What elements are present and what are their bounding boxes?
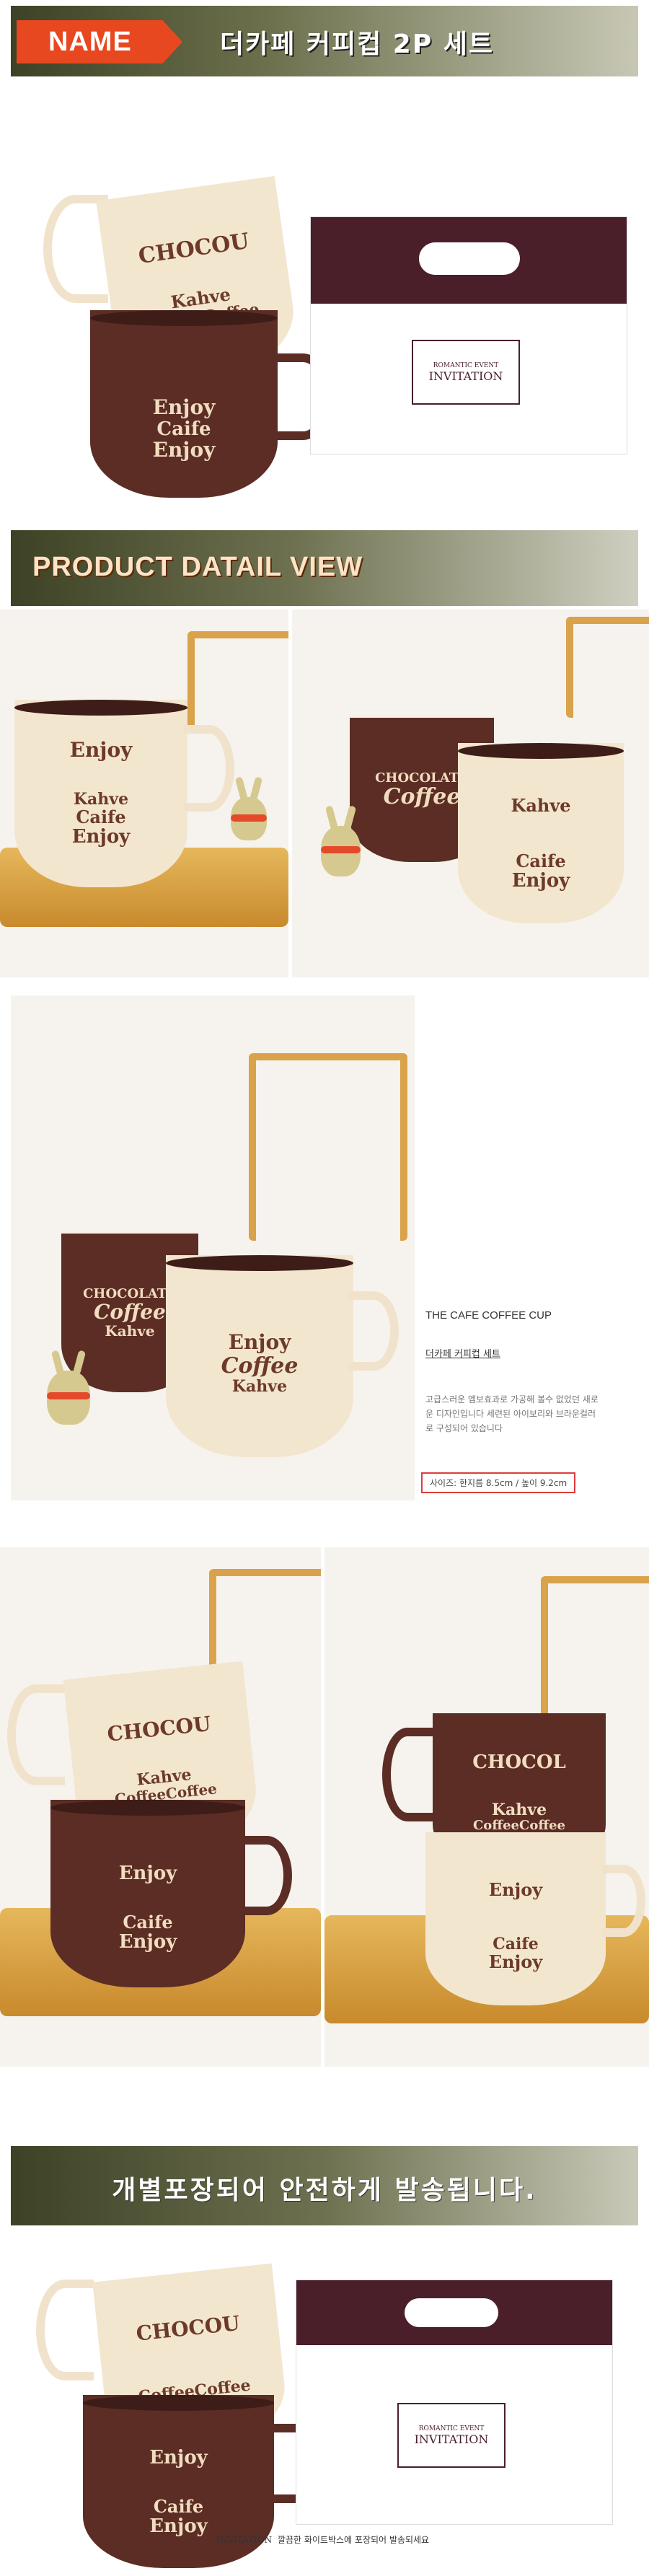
shipping-banner: 개별포장되어 안전하게 발송됩니다. (11, 2146, 638, 2225)
bunny-figurine (47, 1371, 90, 1425)
mug-text-enjoy: Enjoy (511, 870, 570, 892)
wooden-shelf (249, 1053, 407, 1241)
mug-text-caife: Caife (123, 1911, 173, 1933)
mug-rim (458, 743, 624, 759)
detail-photo-right: CHOCOLATE Coffee Kahve Caife Enjoy (292, 610, 649, 977)
mug-text-kahve: Kahve (73, 789, 129, 809)
detail-photo-stack-right: CHOCOL Kahve CoffeeCoffee Enjoy Caife En… (324, 1547, 649, 2067)
name-tag: NAME (17, 20, 182, 63)
hero-photo: CHOCOU Kahve CoffeeCoffee Enjoy Caife En… (0, 87, 649, 519)
mug-text-enjoy: Enjoy (488, 1878, 543, 1900)
mug-text-enjoy: Enjoy (228, 1330, 291, 1354)
mug-text-caife: Caife (516, 850, 566, 871)
gift-box-handle-hole (419, 242, 520, 275)
caption-text: 깔끔한 화이트박스에 포장되어 발송되세요 (277, 2535, 430, 2545)
cream-mug-detail: Enjoy Kahve Caife Enjoy (14, 700, 187, 887)
brown-mug-handle (382, 1728, 433, 1821)
gift-box-label: ROMANTIC EVENT INVITATION (412, 340, 520, 405)
mug-rim (166, 1255, 353, 1271)
mug-text-caife: Caife (156, 418, 211, 440)
bunny-scarf (321, 846, 361, 853)
product-detail-banner: PRODUCT DATAIL VIEW (11, 530, 638, 606)
spec-description: 고급스러운 엠보효과로 가공해 볼수 없었던 새로운 디자인입니다 세련된 아이… (425, 1394, 599, 1433)
mug-text-kahve: Kahve (511, 795, 571, 817)
mug-rim (83, 2395, 274, 2411)
cream-mug-stack-2: Enjoy Caife Enjoy (425, 1832, 606, 2005)
spec-size-box: 사이즈: 한지름 8.5cm / 높이 9.2cm (421, 1472, 576, 1493)
bunny-scarf (47, 1392, 90, 1399)
mug-text-enjoy: Enjoy (69, 738, 133, 762)
gift-box-label: ROMANTIC EVENT INVITATION (397, 2403, 505, 2468)
product-title: 더카페 커피컵 2P 세트 (220, 30, 494, 59)
bunny-scarf (231, 814, 267, 822)
detail-photo-large: CHOCOLATE Coffee Kahve Enjoy Coffee Kahv… (11, 995, 415, 1500)
box-label-line2: INVITATION (414, 2432, 489, 2446)
brown-mug: Enjoy Caife Enjoy (90, 310, 278, 498)
gift-box-handle-hole (405, 2298, 498, 2327)
wooden-shelf (566, 617, 649, 718)
mug-text-coffee: Coffee (383, 784, 461, 810)
cream-mug-handle (184, 725, 234, 812)
mug-text-enjoy: Enjoy (152, 395, 216, 419)
mug-text-enjoy: Enjoy (149, 2447, 208, 2469)
spec-title: THE CAFE COFFEE CUP (425, 1309, 552, 1322)
bunny-figurine (321, 826, 361, 876)
brown-mug-handle (242, 1836, 292, 1915)
mug-text-enjoy: Enjoy (118, 1863, 177, 1885)
brown-mug-stack: Enjoy Caife Enjoy (50, 1800, 245, 1987)
mug-text-coffeecoffee: CoffeeCoffee (472, 1818, 566, 1834)
detail-photo-stack-left: CHOCOU Kahve CoffeeCoffee Enjoy Caife En… (0, 1547, 321, 2067)
gift-box: ROMANTIC EVENT INVITATION (296, 2280, 613, 2525)
bunny-figurine (231, 797, 267, 840)
mug-text-coffee: Coffee (221, 1353, 299, 1379)
mug-text-enjoy-2: Enjoy (118, 1931, 177, 1953)
shipping-photo: CHOCOU CoffeeCoffee Enjoy Caife Enjoy RO… (0, 2236, 649, 2576)
mug-rim (14, 700, 187, 716)
cream-mug-handle (602, 1865, 645, 1937)
detail-photo-left: Enjoy Kahve Caife Enjoy (0, 610, 288, 977)
mug-text-chocou: CHOCOU (135, 2311, 241, 2346)
gift-box: ROMANTIC EVENT INVITATION (310, 216, 627, 454)
wooden-shelf (187, 631, 288, 732)
cream-mug-handle (7, 1684, 65, 1785)
shipping-title: 개별포장되어 안전하게 발송됩니다. (112, 2176, 537, 2205)
mug-text-enjoy-2: Enjoy (149, 2515, 208, 2538)
cream-mug-handle (36, 2280, 94, 2381)
box-label-line2: INVITATION (428, 369, 503, 383)
mug-text-kahve: Kahve (231, 1376, 288, 1396)
mug-text-kahve: Kahve (491, 1801, 547, 1820)
mug-text-chocolate: CHOCOLATE (375, 770, 469, 786)
mug-text-enjoy-2: Enjoy (488, 1951, 543, 1973)
product-name-banner: NAME 더카페 커피컵 2P 세트 (11, 6, 638, 76)
shipping-caption: INVITATION 깔끔한 화이트박스에 포장되어 발송되세요 (216, 2533, 429, 2546)
box-label-line1: ROMANTIC EVENT (418, 2425, 485, 2432)
detail-section-title: PRODUCT DATAIL VIEW (32, 552, 363, 582)
box-label-line1: ROMANTIC EVENT (433, 361, 499, 369)
caption-brand: INVITATION (216, 2535, 273, 2545)
mug-text-caife: Caife (153, 2495, 204, 2517)
cream-mug-large: Enjoy Coffee Kahve (166, 1255, 353, 1457)
mug-text-kahve: Kahve (105, 1322, 155, 1340)
mug-text-caife: Caife (493, 1934, 539, 1953)
mug-text-chocou: CHOCOU (136, 229, 251, 270)
mug-text-enjoy-2: Enjoy (152, 438, 216, 462)
mug-text-enjoy-2: Enjoy (71, 826, 131, 848)
mug-text-chocolate: CHOCOLATE (83, 1285, 177, 1301)
spec-product-name: 더카페 커피컵 세트 (425, 1349, 500, 1360)
mug-text-caife: Caife (76, 806, 126, 827)
cream-mug-handle (348, 1291, 399, 1371)
mug-text-chocol: CHOCOL (472, 1751, 566, 1773)
mug-rim (90, 310, 278, 326)
mug-rim (50, 1800, 245, 1816)
cream-mug-detail-2: Kahve Caife Enjoy (458, 743, 624, 923)
mug-text-coffee: Coffee (94, 1299, 166, 1324)
mug-text-chocou: CHOCOU (105, 1711, 212, 1746)
